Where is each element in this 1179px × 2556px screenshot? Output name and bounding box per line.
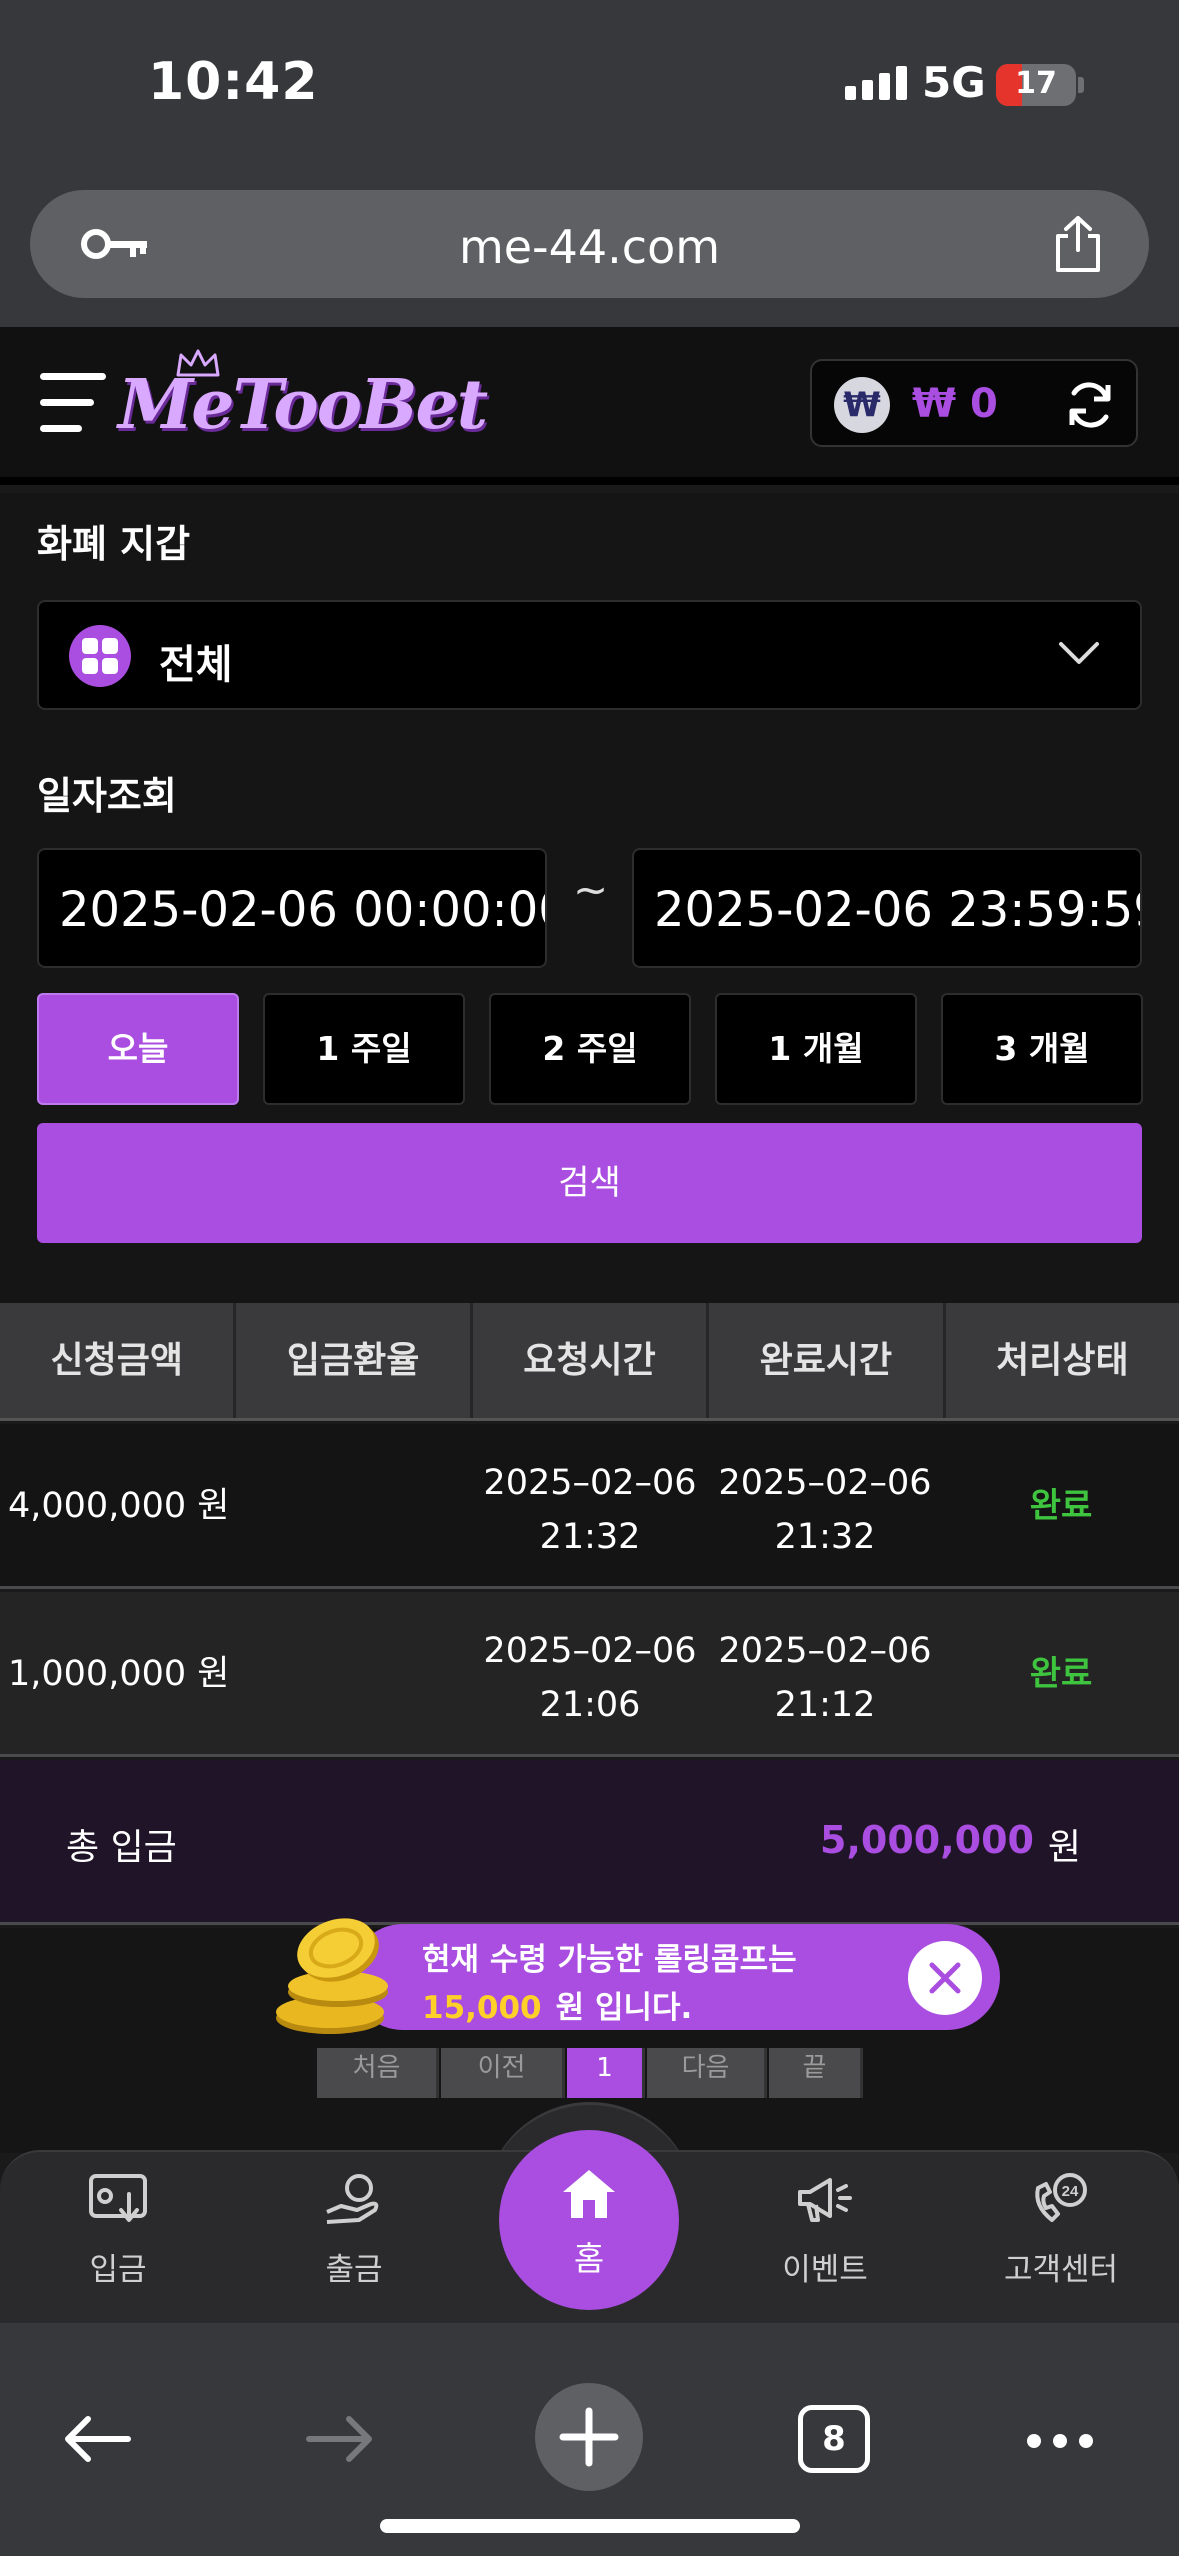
browser-address-area: me-44.com <box>0 175 1179 327</box>
browser-toolbar: 8 <box>0 2323 1179 2556</box>
nav-event[interactable]: 이벤트 <box>725 2172 925 2289</box>
total-label: 총 입금 <box>66 1827 177 1868</box>
more-icon[interactable] <box>1024 2431 1096 2451</box>
table-row: 4,000,000 원 2025–02–06 21:32 2025–02–06 21… <box>0 1424 1179 1589</box>
row-status: 완료 <box>1029 1486 1093 1526</box>
pager-prev[interactable]: 이전 <box>441 2048 565 2098</box>
nav-deposit-label: 입금 <box>89 2252 147 2288</box>
filter-panel: 화폐 지갑 전체 일자조회 2025-02-06 00:00:00 ~ 2025… <box>0 493 1179 1303</box>
nav-deposit[interactable]: 입금 <box>18 2172 218 2289</box>
svg-text:24: 24 <box>1062 2183 1079 2200</box>
date-section-label: 일자조회 <box>37 774 177 818</box>
won-currency-icon: ₩ <box>834 377 890 433</box>
menu-icon[interactable] <box>40 371 106 437</box>
row-complete-time: 2025–02–06 21:12 <box>718 1631 932 1725</box>
forward-arrow-icon[interactable] <box>305 2411 377 2467</box>
battery-level: 17 <box>1015 66 1057 101</box>
network-type: 5G <box>922 58 986 107</box>
nav-support[interactable]: 24 고객센터 <box>961 2172 1161 2289</box>
url-text: me-44.com <box>458 220 721 274</box>
home-icon <box>563 2170 615 2218</box>
banner-text: 현재 수령 가능한 롤링콤프는 <box>422 1942 797 1978</box>
tabs-button[interactable]: 8 <box>798 2405 870 2473</box>
share-icon[interactable] <box>1050 214 1106 274</box>
pager-next[interactable]: 다음 <box>647 2048 767 2098</box>
end-date-value: 2025-02-06 23:59:59 <box>654 882 1142 938</box>
row-status: 완료 <box>1029 1654 1093 1694</box>
plus-icon <box>559 2407 619 2467</box>
period-today-button[interactable]: 오늘 <box>37 993 239 1105</box>
end-date-input[interactable]: 2025-02-06 23:59:59 <box>632 848 1142 968</box>
nav-home-label: 홈 <box>573 2239 605 2278</box>
deposit-icon <box>89 2174 147 2222</box>
site-logo[interactable]: MeTooBet <box>118 365 488 445</box>
signal-icon <box>845 66 907 100</box>
pager-first[interactable]: 처음 <box>317 2048 439 2098</box>
col-status: 처리상태 <box>996 1340 1129 1381</box>
gold-coins-icon <box>276 1918 388 2034</box>
refresh-icon[interactable] <box>1062 377 1118 433</box>
battery-icon: 17 <box>996 64 1076 106</box>
nav-event-label: 이벤트 <box>782 2252 868 2288</box>
start-date-input[interactable]: 2025-02-06 00:00:00 <box>37 848 547 968</box>
close-icon <box>929 1962 961 1994</box>
period-1month-button[interactable]: 1 개월 <box>715 993 917 1105</box>
total-deposit-row: 총 입금 원 5,000,000 <box>0 1760 1179 1925</box>
nav-home-button[interactable]: 홈 <box>499 2130 679 2310</box>
ios-status-bar: 10:42 5G 17 <box>0 0 1179 175</box>
period-2week-button[interactable]: 2 주일 <box>489 993 691 1105</box>
wallet-select-value: 전체 <box>159 642 233 688</box>
megaphone-icon <box>798 2178 852 2222</box>
nav-withdraw[interactable]: 출금 <box>254 2172 454 2289</box>
wallet-balance[interactable]: ₩ ₩ 0 <box>810 359 1138 447</box>
wallet-section-label: 화폐 지갑 <box>37 522 191 566</box>
close-banner-button[interactable] <box>908 1941 982 2015</box>
period-3month-button[interactable]: 3 개월 <box>941 993 1143 1105</box>
new-tab-button[interactable] <box>535 2383 643 2491</box>
withdraw-icon <box>326 2174 379 2224</box>
row-amount: 1,000,000 원 <box>8 1654 230 1694</box>
rolling-comp-banner[interactable]: 현재 수령 가능한 롤링콤프는 15,000 원 입니다. <box>350 1924 1000 2030</box>
home-indicator <box>380 2519 800 2533</box>
table-header: 신청금액 입금환율 요청시간 완료시간 처리상태 <box>0 1303 1179 1421</box>
col-request-time: 요청시간 <box>473 1303 710 1418</box>
start-date-value: 2025-02-06 00:00:00 <box>59 882 547 938</box>
banner-amount-line: 15,000 원 입니다. <box>422 1990 693 2026</box>
row-request-time: 2025–02–06 21:32 <box>483 1463 697 1557</box>
address-bar[interactable]: me-44.com <box>30 190 1149 298</box>
table-row: 1,000,000 원 2025–02–06 21:06 2025–02–06 21… <box>0 1592 1179 1757</box>
date-separator: ~ <box>573 865 609 914</box>
wallet-select[interactable]: 전체 <box>37 600 1142 710</box>
site-header: MeTooBet ₩ ₩ 0 <box>0 327 1179 485</box>
phone-24-icon: 24 <box>1035 2173 1087 2222</box>
col-request-amount: 신청금액 <box>0 1303 237 1418</box>
wallet-amount: ₩ 0 <box>912 381 998 427</box>
period-1week-button[interactable]: 1 주일 <box>263 993 465 1105</box>
total-amount: 5,000,000 <box>820 1818 1034 1862</box>
row-amount: 4,000,000 원 <box>8 1486 230 1526</box>
row-complete-time: 2025–02–06 21:32 <box>718 1463 932 1557</box>
banner-amount: 15,000 <box>422 1990 542 2026</box>
nav-support-label: 고객센터 <box>1003 2252 1119 2288</box>
grid-icon <box>69 625 131 687</box>
chevron-down-icon <box>1059 642 1099 664</box>
col-exchange-rate: 입금환율 <box>236 1303 473 1418</box>
status-time: 10:42 <box>148 52 319 112</box>
total-unit: 원 <box>1047 1827 1081 1868</box>
col-complete-time: 완료시간 <box>709 1303 946 1418</box>
row-request-time: 2025–02–06 21:06 <box>483 1631 697 1725</box>
back-arrow-icon[interactable] <box>60 2411 132 2467</box>
pager-last[interactable]: 끝 <box>769 2048 863 2098</box>
nav-withdraw-label: 출금 <box>325 2252 383 2288</box>
pager-page-1[interactable]: 1 <box>567 2048 645 2098</box>
search-button[interactable]: 검색 <box>37 1123 1142 1243</box>
